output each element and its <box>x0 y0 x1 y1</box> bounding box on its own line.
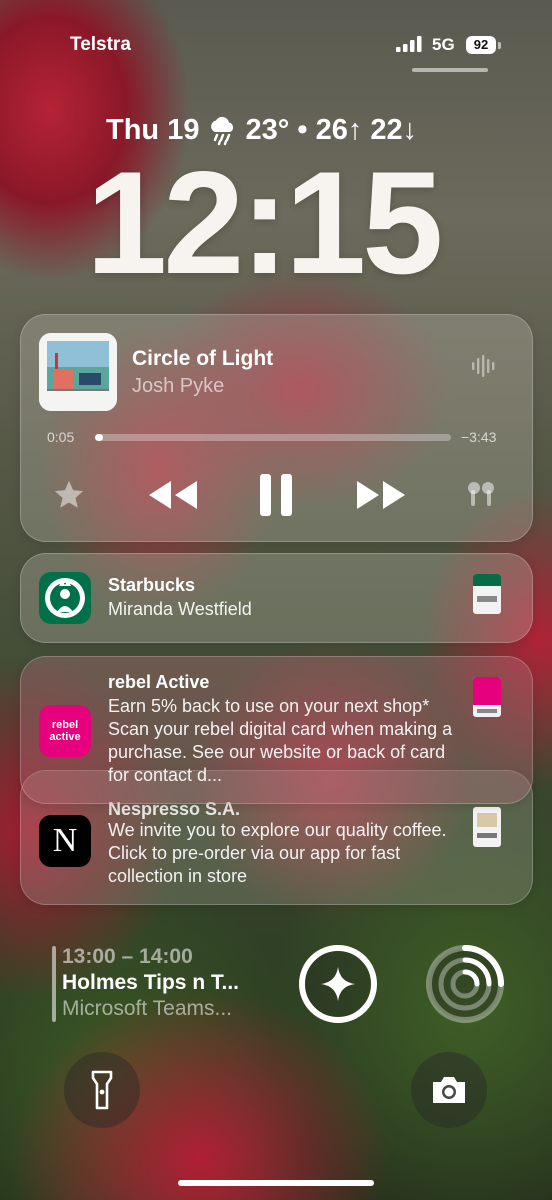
battery-icon: 92 <box>466 36 496 54</box>
focus-widget[interactable] <box>297 943 379 1025</box>
camera-icon <box>433 1077 465 1103</box>
pause-button[interactable] <box>253 467 299 523</box>
battery-nub <box>498 42 501 49</box>
calendar-event-subtitle: Microsoft Teams... <box>62 997 232 1020</box>
rebel-app-icon: rebel active <box>39 705 91 757</box>
song-title: Circle of Light <box>132 347 274 370</box>
favorite-button[interactable] <box>49 475 89 515</box>
pause-icon <box>260 474 292 516</box>
nespresso-app-icon: N <box>39 815 91 867</box>
notification-thumbnail <box>473 807 501 847</box>
star-icon <box>54 480 84 508</box>
airplay-button[interactable] <box>461 475 501 515</box>
carrier-label: Telstra <box>70 34 131 55</box>
sparkle-icon <box>299 945 377 1023</box>
flashlight-icon <box>91 1070 113 1110</box>
control-center-indicator[interactable] <box>412 68 488 72</box>
rewind-button[interactable] <box>145 473 201 517</box>
starbucks-logo <box>45 578 85 618</box>
now-playing-widget[interactable]: Circle of Light Josh Pyke 0:05 −3:43 <box>20 314 533 542</box>
elapsed-time: 0:05 <box>47 429 75 445</box>
calendar-event-title: Holmes Tips n T... <box>62 971 239 994</box>
network-label: 5G <box>432 35 455 54</box>
rewind-icon <box>149 481 197 509</box>
fast-forward-button[interactable] <box>353 473 409 517</box>
airpods-icon <box>468 482 494 506</box>
notification-body: Earn 5% back to use on your next shop* S… <box>108 696 453 785</box>
wireless-ring-icon <box>426 945 504 1023</box>
scrubber-fill <box>95 434 103 441</box>
notification-app-name: rebel Active <box>108 672 210 692</box>
fast-forward-icon <box>357 481 405 509</box>
starbucks-app-icon <box>39 572 91 624</box>
artist-name: Josh Pyke <box>132 375 225 397</box>
notification-body: We invite you to explore our quality cof… <box>108 820 447 886</box>
waveform-icon <box>472 355 495 377</box>
connectivity-widget[interactable] <box>424 943 506 1025</box>
flashlight-button[interactable] <box>64 1052 140 1128</box>
notification-body: Miranda Westfield <box>108 599 252 619</box>
album-art[interactable] <box>39 333 117 411</box>
notification-rebel-active[interactable]: rebel active rebel Active Earn 5% back t… <box>20 656 533 804</box>
camera-button[interactable] <box>411 1052 487 1128</box>
notification-thumbnail <box>473 677 501 717</box>
remaining-time: −3:43 <box>461 429 497 445</box>
notification-starbucks[interactable]: Starbucks Miranda Westfield <box>20 553 533 643</box>
lock-clock: 12:15 <box>86 141 443 304</box>
notification-app-name: Starbucks <box>108 575 196 595</box>
notification-thumbnail <box>473 574 501 614</box>
calendar-accent-bar <box>52 946 56 1022</box>
album-art-image <box>39 333 117 411</box>
home-indicator[interactable] <box>178 1180 374 1186</box>
playback-scrubber[interactable] <box>95 434 451 441</box>
calendar-time: 13:00 – 14:00 <box>62 945 193 968</box>
signal-icon <box>396 36 422 52</box>
